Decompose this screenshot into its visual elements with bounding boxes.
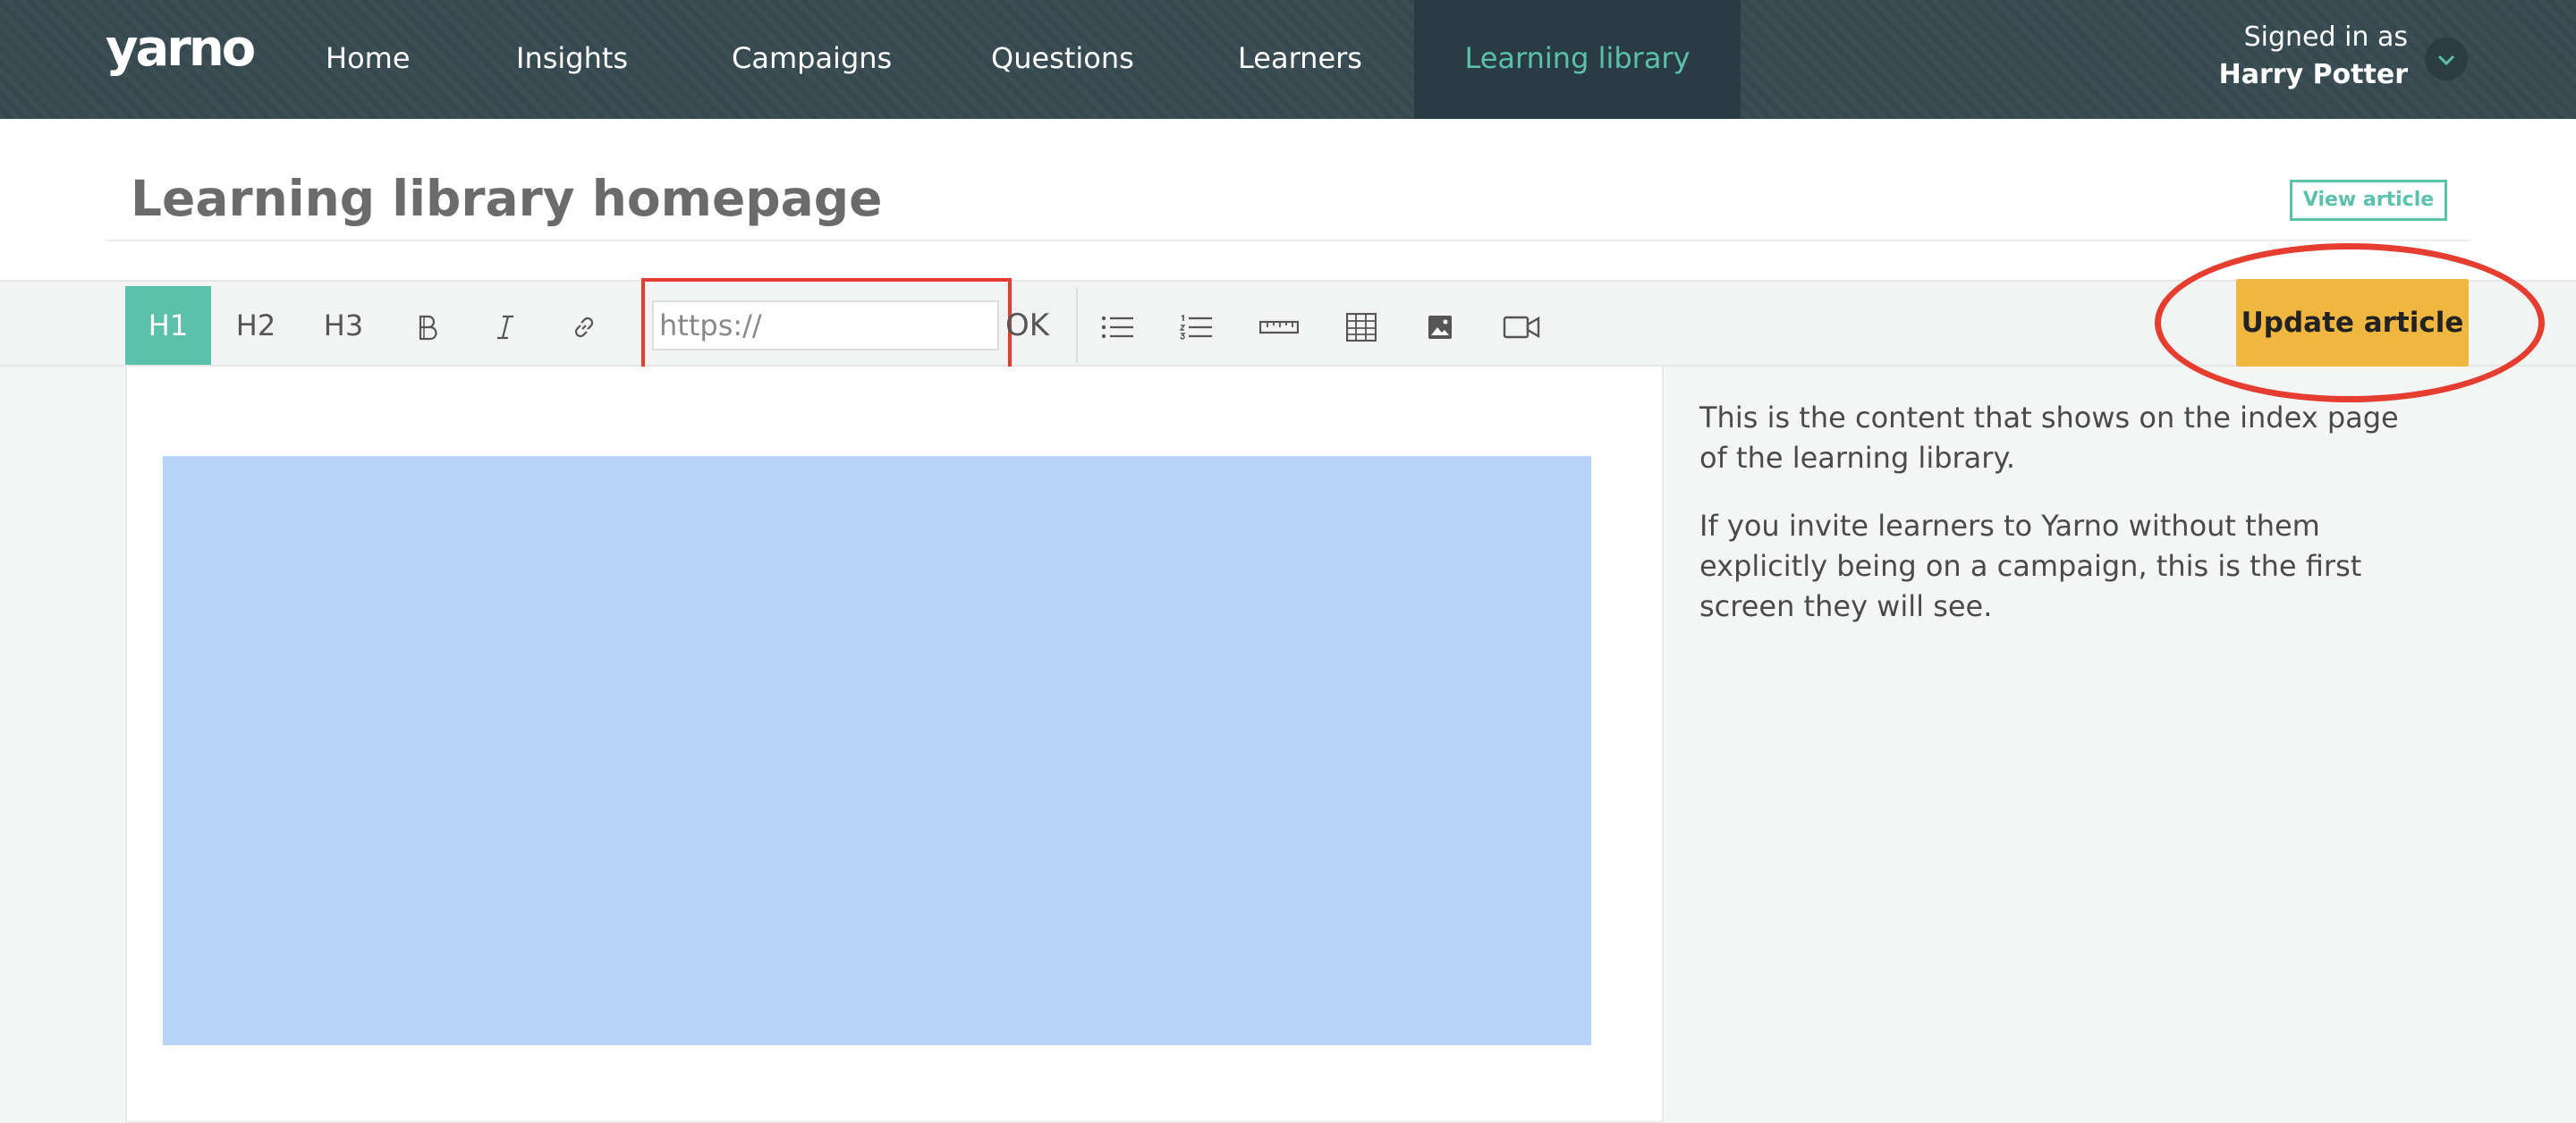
- update-button-annotation-ellipse: [2155, 243, 2545, 402]
- url-input-annotation-box: [641, 278, 1012, 375]
- view-article-button[interactable]: View article: [2290, 180, 2447, 221]
- heading-1-button[interactable]: H1: [125, 286, 211, 365]
- nav-item-insights[interactable]: Insights: [516, 0, 628, 119]
- numbered-list-icon[interactable]: [1174, 286, 1220, 365]
- nav-item-home[interactable]: Home: [326, 0, 411, 119]
- table-icon[interactable]: [1338, 286, 1385, 365]
- link-ok-button[interactable]: OK: [1005, 286, 1049, 365]
- italic-icon[interactable]: [483, 286, 528, 365]
- toolbar-divider: [1076, 288, 1078, 363]
- video-icon[interactable]: [1496, 286, 1547, 365]
- nav-item-learning-library[interactable]: Learning library: [1414, 0, 1741, 119]
- bullet-list-icon[interactable]: [1095, 286, 1141, 365]
- chevron-down-icon[interactable]: [2425, 38, 2468, 80]
- link-icon[interactable]: [562, 286, 606, 365]
- nav-item-campaigns[interactable]: Campaigns: [732, 0, 892, 119]
- sidebar-description-2: If you invite learners to Yarno without …: [1699, 509, 2362, 623]
- embedded-media-placeholder[interactable]: [163, 456, 1591, 1045]
- yarno-logo[interactable]: yarno: [106, 20, 256, 78]
- bold-icon[interactable]: [404, 286, 449, 365]
- header-divider: [106, 240, 2470, 241]
- image-icon[interactable]: [1417, 286, 1463, 365]
- heading-2-button[interactable]: H2: [222, 286, 290, 365]
- page-title: Learning library homepage: [131, 170, 883, 227]
- sidebar-description-1: This is the content that shows on the in…: [1699, 401, 2399, 475]
- signed-in-label: Signed in as: [2243, 21, 2408, 53]
- user-name[interactable]: Harry Potter: [2219, 59, 2408, 90]
- nav-item-learners[interactable]: Learners: [1238, 0, 1362, 119]
- nav-item-questions[interactable]: Questions: [991, 0, 1134, 119]
- heading-3-button[interactable]: H3: [309, 286, 377, 365]
- horizontal-rule-icon[interactable]: [1252, 286, 1306, 365]
